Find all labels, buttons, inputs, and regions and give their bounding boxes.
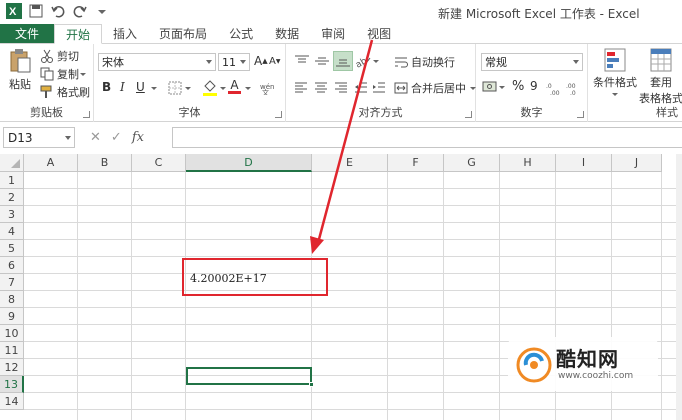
watermark-url: www.coozhi.com — [558, 371, 634, 381]
watermark-title: 酷知网 — [556, 347, 619, 371]
coozhi-logo-icon — [516, 347, 552, 383]
watermark: 酷知网 www.coozhi.com — [508, 337, 658, 391]
vertical-scrollbar[interactable] — [676, 154, 682, 420]
